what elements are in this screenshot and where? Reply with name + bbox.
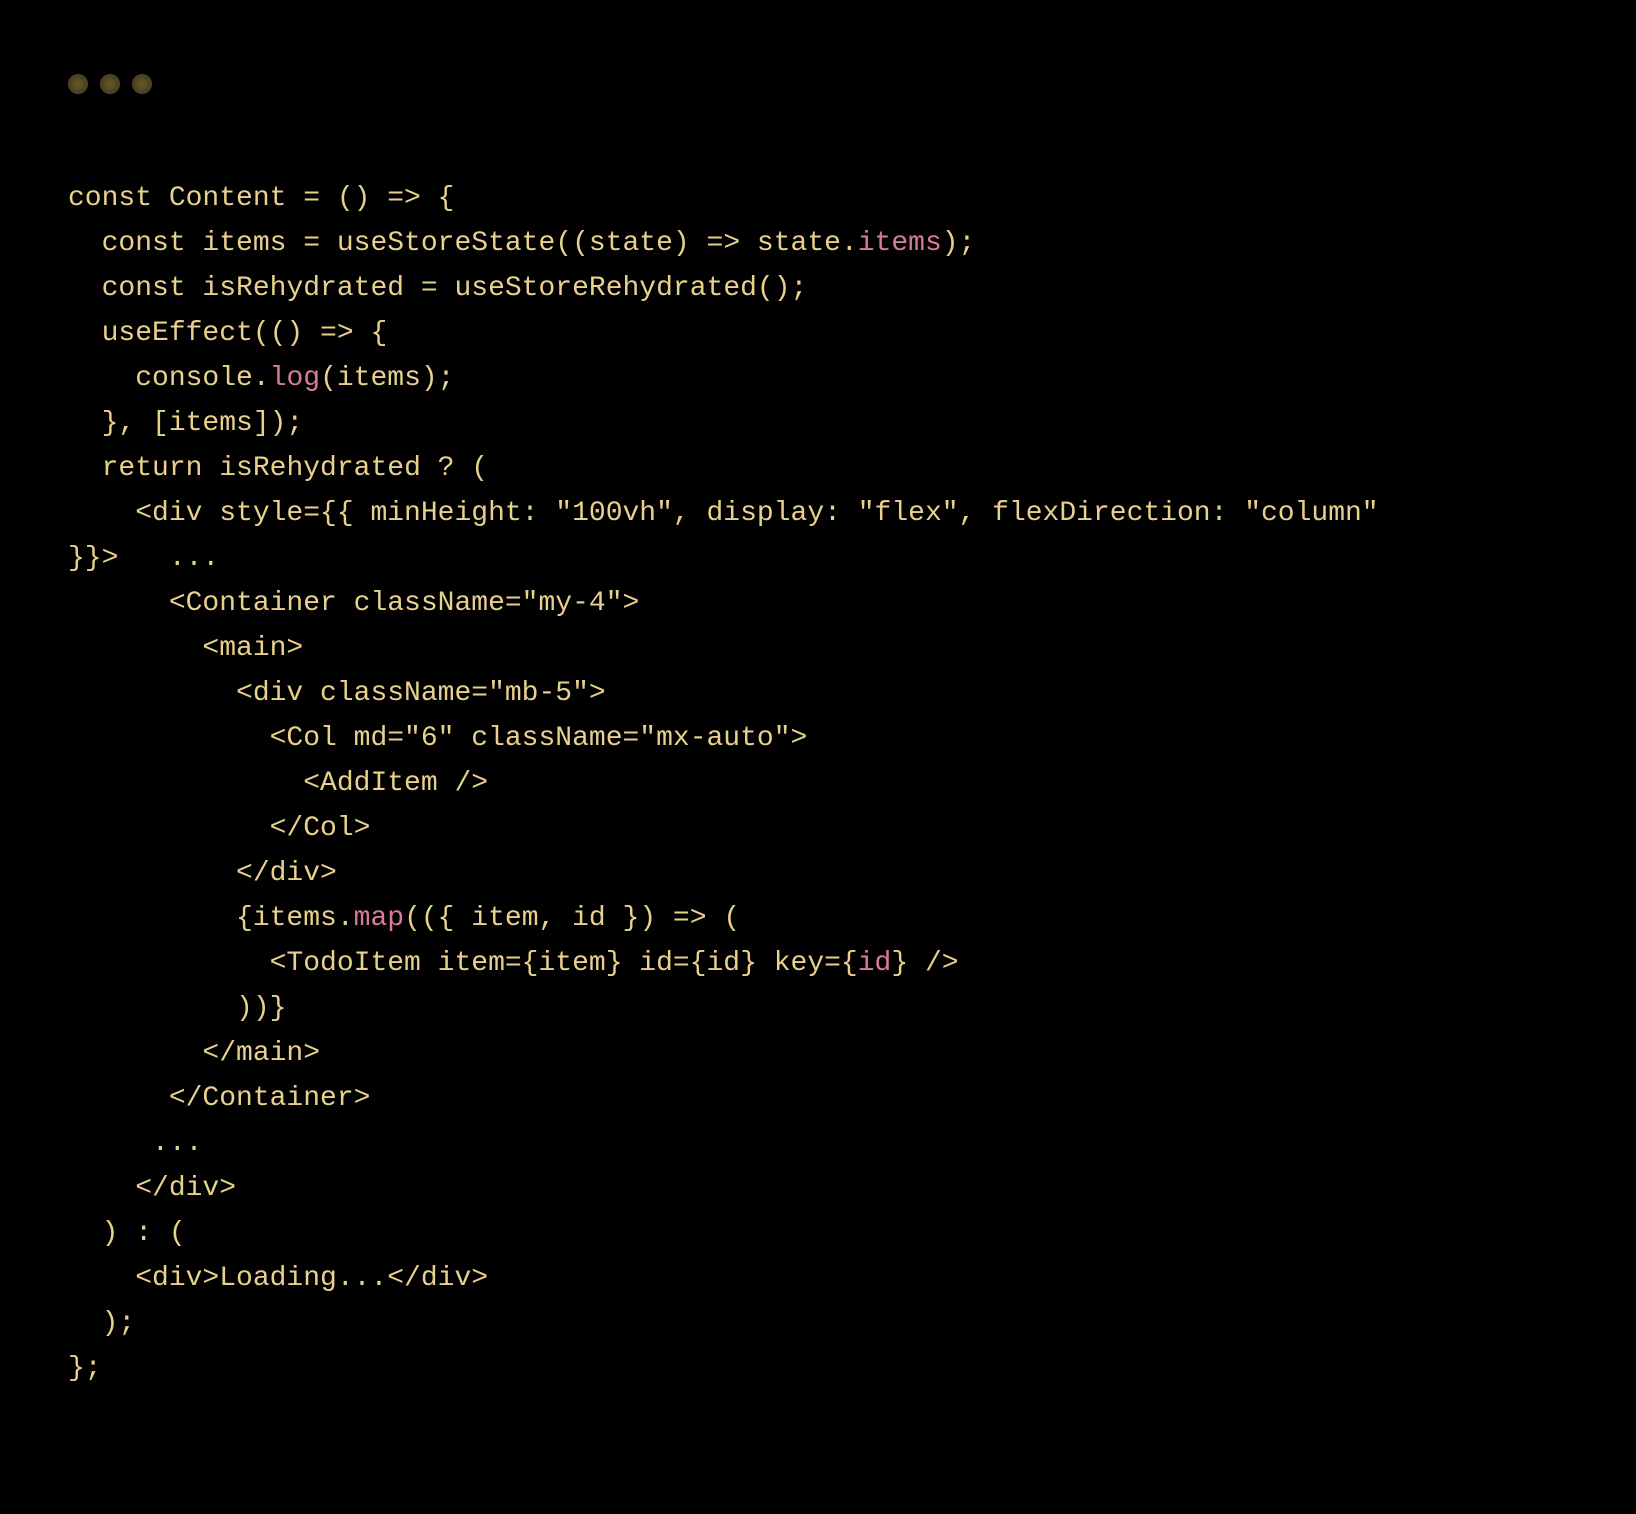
code-token: ); — [68, 1308, 135, 1339]
code-token — [68, 453, 102, 484]
code-token: </Container> — [68, 1083, 370, 1114]
zoom-icon[interactable] — [132, 74, 152, 94]
code-token: isRehydrated ? ( — [202, 453, 488, 484]
code-token: <div className="mb-5"> — [68, 678, 606, 709]
code-token: console. — [68, 363, 270, 394]
code-token: ) : ( — [68, 1218, 186, 1249]
code-token: <div style={{ minHeight: "100vh", displa… — [68, 498, 1379, 529]
minimize-icon[interactable] — [100, 74, 120, 94]
close-icon[interactable] — [68, 74, 88, 94]
code-token: <main> — [68, 633, 303, 664]
code-token: </div> — [68, 1173, 236, 1204]
code-token: </Col> — [68, 813, 370, 844]
code-token: items = useStoreState((state) => state. — [186, 228, 858, 259]
code-token: ... — [68, 1128, 202, 1159]
code-token — [68, 228, 102, 259]
code-token: (items); — [320, 363, 454, 394]
code-token: return — [102, 453, 203, 484]
code-token: Content = () => { — [152, 183, 454, 214]
code-token: ))} — [68, 993, 286, 1024]
code-window: const Content = () => { const items = us… — [0, 0, 1636, 1514]
code-token: <TodoItem item={item} id={id} key={ — [68, 948, 858, 979]
window-controls — [68, 74, 152, 94]
code-token: }; — [68, 1353, 102, 1384]
code-block[interactable]: const Content = () => { const items = us… — [68, 176, 1596, 1391]
code-token: ); — [942, 228, 976, 259]
code-token: (({ item, id }) => ( — [404, 903, 740, 934]
code-token: const — [102, 273, 186, 304]
code-token: } /> — [891, 948, 958, 979]
code-token: id — [858, 948, 892, 979]
code-token: }}> ... — [68, 543, 219, 574]
code-token: </main> — [68, 1038, 320, 1069]
code-token: <Col md="6" className="mx-auto"> — [68, 723, 807, 754]
code-token: {items. — [68, 903, 354, 934]
code-token: useEffect(() => { — [68, 318, 387, 349]
code-token: const — [68, 183, 152, 214]
code-token: items — [858, 228, 942, 259]
code-token: <div>Loading...</div> — [68, 1263, 488, 1294]
code-token: map — [354, 903, 404, 934]
code-token: isRehydrated = useStoreRehydrated(); — [186, 273, 808, 304]
code-token: const — [102, 228, 186, 259]
code-token — [68, 273, 102, 304]
code-token: }, [items]); — [68, 408, 303, 439]
code-token: <AddItem /> — [68, 768, 488, 799]
code-token: <Container className="my-4"> — [68, 588, 639, 619]
code-token: log — [270, 363, 320, 394]
code-token: </div> — [68, 858, 337, 889]
